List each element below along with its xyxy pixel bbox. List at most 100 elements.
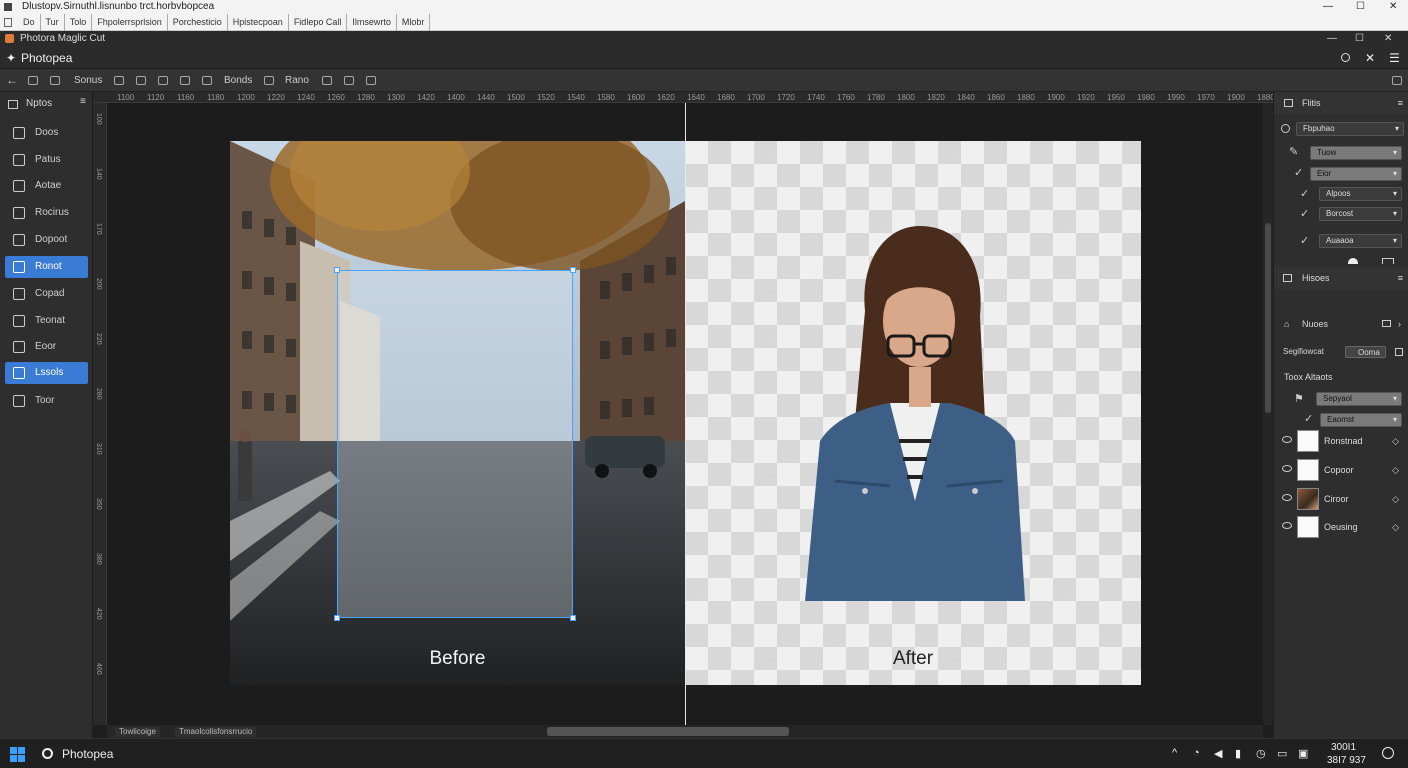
selection-handle-br[interactable] — [570, 615, 576, 621]
left-panel-item-copad[interactable]: Copad — [5, 283, 88, 305]
tool-icon-6[interactable] — [180, 69, 190, 92]
segment-settings-icon[interactable] — [1395, 348, 1403, 356]
os-menu-item[interactable]: Tolo — [65, 14, 93, 31]
layer-options-icon[interactable]: ◇ — [1392, 465, 1399, 476]
tool-icon-8[interactable] — [264, 69, 274, 92]
ruler-top-tick: 1820 — [927, 93, 945, 102]
left-panel-item-ronot[interactable]: Ronot — [5, 256, 88, 278]
layer-row[interactable]: Oeusing ◇ — [1274, 513, 1408, 541]
vertical-scrollbar[interactable] — [1263, 103, 1273, 725]
tool-icon-10[interactable] — [344, 69, 354, 92]
tool-icon-5[interactable] — [158, 69, 168, 92]
windows-start-icon[interactable] — [10, 747, 25, 762]
selection-handle-tl[interactable] — [334, 267, 340, 273]
tool-dropdown-0[interactable]: Sepyaol — [1316, 392, 1402, 406]
os-menu-icon[interactable] — [4, 18, 12, 27]
tool-icon-2[interactable] — [50, 69, 60, 92]
ruler-top-tick: 1970 — [1197, 93, 1215, 102]
left-panel-item-dopoot[interactable]: Dopoot — [5, 229, 88, 251]
slider-knob[interactable] — [1348, 258, 1358, 264]
os-menu-item[interactable]: Mlobr — [397, 14, 431, 31]
os-menu-item[interactable]: Fidlepo Call — [289, 14, 348, 31]
horizontal-scroll-thumb[interactable] — [547, 727, 789, 736]
layer-row[interactable]: Copoor ◇ — [1274, 456, 1408, 484]
chat-icon[interactable]: ▭ — [1277, 747, 1287, 760]
menu-icon[interactable]: ☰ — [1389, 47, 1400, 69]
tool-icon-7[interactable] — [202, 69, 212, 92]
left-panel-item-patus[interactable]: Patus — [5, 149, 88, 171]
search-icon[interactable] — [1341, 53, 1350, 62]
os-menu-item[interactable]: Ilmsewrto — [347, 14, 397, 31]
tool-icon-4[interactable] — [136, 69, 146, 92]
battery-icon[interactable]: ▮ — [1235, 747, 1241, 760]
eye-icon[interactable] — [1282, 436, 1292, 443]
left-panel-item-toor[interactable]: Toor — [5, 390, 88, 412]
dropdown-1[interactable]: Tuow — [1310, 146, 1402, 160]
before-after-divider[interactable] — [685, 103, 686, 725]
layer-options-icon[interactable]: ◇ — [1392, 522, 1399, 533]
dropdown-3[interactable]: Alpoos — [1319, 187, 1402, 201]
clock-icon[interactable]: ◷ — [1256, 747, 1266, 760]
notification-icon[interactable] — [1382, 747, 1394, 759]
taskbar-search-icon[interactable] — [42, 748, 53, 759]
vertical-scroll-thumb[interactable] — [1265, 223, 1271, 413]
os-menu-item[interactable]: Do — [18, 14, 41, 31]
filters-menu-icon[interactable]: ≡ — [1398, 92, 1403, 114]
os-menu-item[interactable]: Tur — [41, 14, 65, 31]
dropdown-2[interactable]: Eior — [1310, 167, 1402, 181]
back-arrow-icon[interactable]: ← — [6, 69, 18, 92]
minimize-button[interactable]: — — [1323, 0, 1333, 14]
left-panel-item-eoor[interactable]: Eoor — [5, 336, 88, 358]
close-button[interactable]: ✕ — [1389, 0, 1397, 14]
os-menu-item[interactable]: Porchesticio — [168, 14, 228, 31]
wifi-icon[interactable]: ◔ — [1193, 747, 1200, 759]
eye-icon[interactable] — [1282, 494, 1292, 501]
chevron-right-icon[interactable]: › — [1398, 314, 1401, 334]
tool-icon-11[interactable] — [366, 69, 376, 92]
left-panel-menu-icon[interactable]: ≡ — [80, 96, 86, 107]
left-panel-item-rocirus[interactable]: Rocirus — [5, 202, 88, 224]
dropdown-4[interactable]: Borcost — [1319, 207, 1402, 221]
app-close-button[interactable]: ✕ — [1384, 31, 1392, 47]
dropdown-5[interactable]: Auaaoa — [1319, 234, 1402, 248]
selection-box[interactable] — [334, 267, 576, 621]
app-minimize-button[interactable]: — — [1327, 31, 1337, 47]
layer-options-icon[interactable]: ◇ — [1392, 436, 1399, 447]
left-panel-item-doos[interactable]: Doos — [5, 122, 88, 144]
layer-row[interactable]: Ronstnad ◇ — [1274, 427, 1408, 455]
eye-icon[interactable] — [1282, 465, 1292, 472]
toolbar-item-2[interactable]: Rano — [285, 69, 309, 92]
taskbar-app-label[interactable]: Photopea — [62, 747, 113, 761]
os-menu-item[interactable]: Hpistecpoan — [228, 14, 289, 31]
left-panel-item-lssols[interactable]: Lssols — [5, 362, 88, 384]
app-maximize-button[interactable]: ☐ — [1355, 31, 1364, 47]
after-image[interactable]: After — [685, 141, 1141, 685]
toolbar-item-1[interactable]: Bonds — [224, 69, 252, 92]
display-icon[interactable]: ▣ — [1298, 747, 1308, 760]
panel-toggle-icon[interactable] — [1382, 320, 1391, 327]
tool-icon-9[interactable] — [322, 69, 332, 92]
os-menu-item[interactable]: Fhpolerrsprlsion — [92, 14, 168, 31]
tool-icon-3[interactable] — [114, 69, 124, 92]
selection-handle-bl[interactable] — [334, 615, 340, 621]
selection-handle-tr[interactable] — [570, 267, 576, 273]
tool-dropdown-1[interactable]: Eaomst — [1320, 413, 1402, 427]
left-panel-item-aotae[interactable]: Aotae — [5, 175, 88, 197]
left-panel-item-teonat[interactable]: Teonat — [5, 310, 88, 332]
eye-icon[interactable] — [1282, 522, 1292, 529]
tool-icon-1[interactable] — [28, 69, 38, 92]
toolbar-item-0[interactable]: Sonus — [74, 69, 102, 92]
chevron-up-icon[interactable]: ^ — [1172, 747, 1177, 759]
layer-options-icon[interactable]: ◇ — [1392, 494, 1399, 505]
dropdown-0[interactable]: Fbpuhao — [1296, 122, 1404, 136]
check-icon-2: ✓ — [1300, 188, 1310, 200]
segment-button[interactable]: Ooma — [1345, 346, 1386, 358]
hisoes-menu-icon[interactable]: ≡ — [1398, 267, 1403, 289]
close-icon[interactable]: ✕ — [1365, 47, 1375, 69]
home-icon[interactable] — [1392, 69, 1402, 92]
volume-icon[interactable]: ◀ — [1214, 747, 1222, 760]
horizontal-scrollbar[interactable]: Towlicoige Tmaolcolisfonsrrucio — [107, 725, 1263, 738]
maximize-button[interactable]: ☐ — [1356, 0, 1365, 14]
panel-minimize-icon[interactable] — [1382, 258, 1394, 264]
layer-row[interactable]: Ciroor ◇ — [1274, 485, 1408, 513]
